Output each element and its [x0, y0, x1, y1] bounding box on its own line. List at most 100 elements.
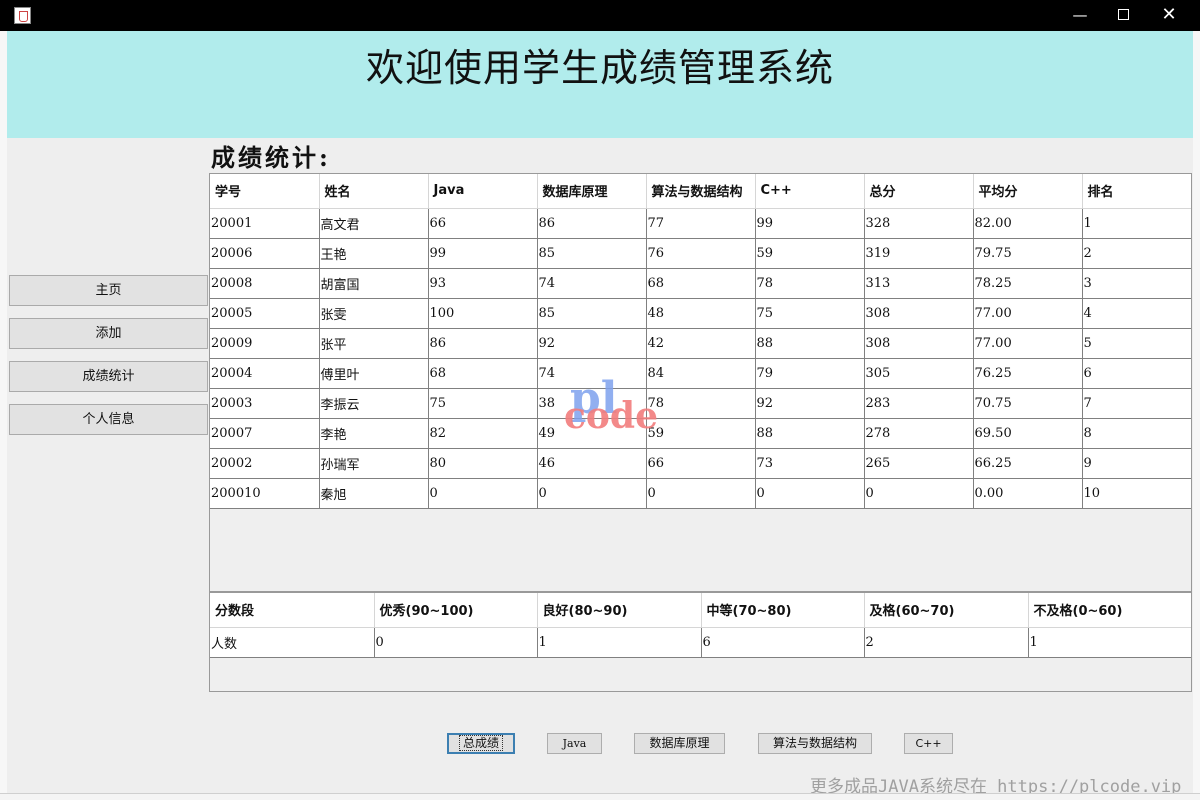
database-button[interactable]: 数据库原理 [634, 733, 725, 754]
table-cell[interactable]: 69.50 [973, 418, 1083, 449]
table-cell[interactable]: 0 [428, 478, 538, 509]
table-row[interactable]: 20003 李振云 75 38 78 92 283 70.75 7 [210, 388, 1191, 419]
table-cell[interactable]: 1 [1028, 627, 1191, 658]
table-cell[interactable]: 高文君 [319, 208, 429, 239]
scores-table-column-header[interactable]: C++ [755, 174, 865, 209]
table-row[interactable]: 20002 孙瑞军 80 46 66 73 265 66.25 9 [210, 448, 1191, 479]
table-row[interactable]: 20008 胡富国 93 74 68 78 313 78.25 3 [210, 268, 1191, 299]
total-score-button[interactable]: 总成绩 [447, 733, 515, 754]
table-cell[interactable]: 308 [864, 328, 974, 359]
table-cell[interactable]: 59 [755, 238, 865, 269]
table-cell[interactable]: 74 [537, 358, 647, 389]
table-cell[interactable]: 59 [646, 418, 756, 449]
table-cell[interactable]: 7 [1082, 388, 1191, 419]
table-row[interactable]: 200010 秦旭 0 0 0 0 0 0.00 10 [210, 478, 1191, 509]
table-cell[interactable]: 78 [755, 268, 865, 299]
table-cell[interactable]: 0 [755, 478, 865, 509]
table-cell[interactable]: 200010 [210, 478, 320, 509]
table-cell[interactable]: 5 [1082, 328, 1191, 359]
table-cell[interactable]: 75 [428, 388, 538, 419]
table-cell[interactable]: 85 [537, 298, 647, 329]
minimize-button[interactable]: — [1057, 0, 1103, 31]
sidebar-item-add[interactable]: 添加 [9, 318, 208, 349]
table-cell[interactable]: 76.25 [973, 358, 1083, 389]
table-cell[interactable]: 82 [428, 418, 538, 449]
table-cell[interactable]: 20005 [210, 298, 320, 329]
table-cell[interactable]: 99 [755, 208, 865, 239]
grade-table-column-header[interactable]: 良好(80~90) [537, 593, 702, 628]
table-row[interactable]: 20001 高文君 66 86 77 99 328 82.00 1 [210, 208, 1191, 239]
table-cell[interactable]: 胡富国 [319, 268, 429, 299]
table-cell[interactable]: 3 [1082, 268, 1191, 299]
table-row[interactable]: 20006 王艳 99 85 76 59 319 79.75 2 [210, 238, 1191, 269]
table-cell[interactable]: 20004 [210, 358, 320, 389]
table-cell[interactable]: 77.00 [973, 328, 1083, 359]
grade-table-column-header[interactable]: 分数段 [210, 593, 375, 628]
table-cell[interactable]: 78 [646, 388, 756, 419]
table-cell[interactable]: 38 [537, 388, 647, 419]
table-cell[interactable]: 傅里叶 [319, 358, 429, 389]
table-cell[interactable]: 孙瑞军 [319, 448, 429, 479]
table-cell[interactable]: 92 [537, 328, 647, 359]
scores-table-column-header[interactable]: 排名 [1082, 174, 1191, 209]
table-cell[interactable]: 93 [428, 268, 538, 299]
table-cell[interactable]: 4 [1082, 298, 1191, 329]
table-cell[interactable]: 265 [864, 448, 974, 479]
table-cell[interactable]: 49 [537, 418, 647, 449]
table-row[interactable]: 20009 张平 86 92 42 88 308 77.00 5 [210, 328, 1191, 359]
table-cell[interactable]: 46 [537, 448, 647, 479]
table-cell[interactable]: 78.25 [973, 268, 1083, 299]
table-cell[interactable]: 20001 [210, 208, 320, 239]
grade-table-column-header[interactable]: 不及格(0~60) [1028, 593, 1191, 628]
table-cell[interactable]: 8 [1082, 418, 1191, 449]
algorithm-button[interactable]: 算法与数据结构 [758, 733, 872, 754]
table-cell[interactable]: 0 [864, 478, 974, 509]
scores-table-column-header[interactable]: 学号 [210, 174, 320, 209]
table-cell[interactable]: 20002 [210, 448, 320, 479]
table-row[interactable]: 20007 李艳 82 49 59 88 278 69.50 8 [210, 418, 1191, 449]
table-cell[interactable]: 76 [646, 238, 756, 269]
table-cell[interactable]: 10 [1082, 478, 1191, 509]
sidebar-item-home[interactable]: 主页 [9, 275, 208, 306]
table-cell[interactable]: 100 [428, 298, 538, 329]
table-cell[interactable]: 73 [755, 448, 865, 479]
table-row[interactable]: 20005 张雯 100 85 48 75 308 77.00 4 [210, 298, 1191, 329]
table-cell[interactable]: 88 [755, 418, 865, 449]
table-cell[interactable]: 86 [537, 208, 647, 239]
table-cell[interactable]: 秦旭 [319, 478, 429, 509]
table-cell[interactable]: 20006 [210, 238, 320, 269]
java-button[interactable]: Java [547, 733, 602, 754]
table-cell[interactable]: 66 [428, 208, 538, 239]
table-cell[interactable]: 1 [537, 627, 702, 658]
table-cell[interactable]: 0.00 [973, 478, 1083, 509]
table-cell[interactable]: 77.00 [973, 298, 1083, 329]
table-cell[interactable]: 2 [864, 627, 1029, 658]
sidebar-item-statistics[interactable]: 成绩统计 [9, 361, 208, 392]
maximize-button[interactable] [1100, 0, 1146, 31]
table-cell[interactable]: 82.00 [973, 208, 1083, 239]
table-row[interactable]: 人数 0 1 6 2 1 [210, 627, 1191, 658]
table-cell[interactable]: 99 [428, 238, 538, 269]
scores-table-column-header[interactable]: 算法与数据结构 [646, 174, 756, 209]
table-row[interactable]: 20004 傅里叶 68 74 84 79 305 76.25 6 [210, 358, 1191, 389]
table-cell[interactable]: 0 [646, 478, 756, 509]
scores-table-column-header[interactable]: 数据库原理 [537, 174, 647, 209]
table-cell[interactable]: 92 [755, 388, 865, 419]
table-cell[interactable]: 20007 [210, 418, 320, 449]
table-cell[interactable]: 20008 [210, 268, 320, 299]
table-cell[interactable]: 85 [537, 238, 647, 269]
table-cell[interactable]: 80 [428, 448, 538, 479]
table-cell[interactable]: 42 [646, 328, 756, 359]
table-cell[interactable]: 328 [864, 208, 974, 239]
table-cell[interactable]: 9 [1082, 448, 1191, 479]
sidebar-item-profile[interactable]: 个人信息 [9, 404, 208, 435]
table-cell[interactable]: 308 [864, 298, 974, 329]
table-cell[interactable]: 6 [701, 627, 865, 658]
table-cell[interactable]: 6 [1082, 358, 1191, 389]
scores-table-column-header[interactable]: 姓名 [319, 174, 429, 209]
table-cell[interactable]: 68 [646, 268, 756, 299]
cpp-button[interactable]: C++ [904, 733, 953, 754]
grade-table-column-header[interactable]: 中等(70~80) [701, 593, 865, 628]
table-cell[interactable]: 74 [537, 268, 647, 299]
table-cell[interactable]: 278 [864, 418, 974, 449]
